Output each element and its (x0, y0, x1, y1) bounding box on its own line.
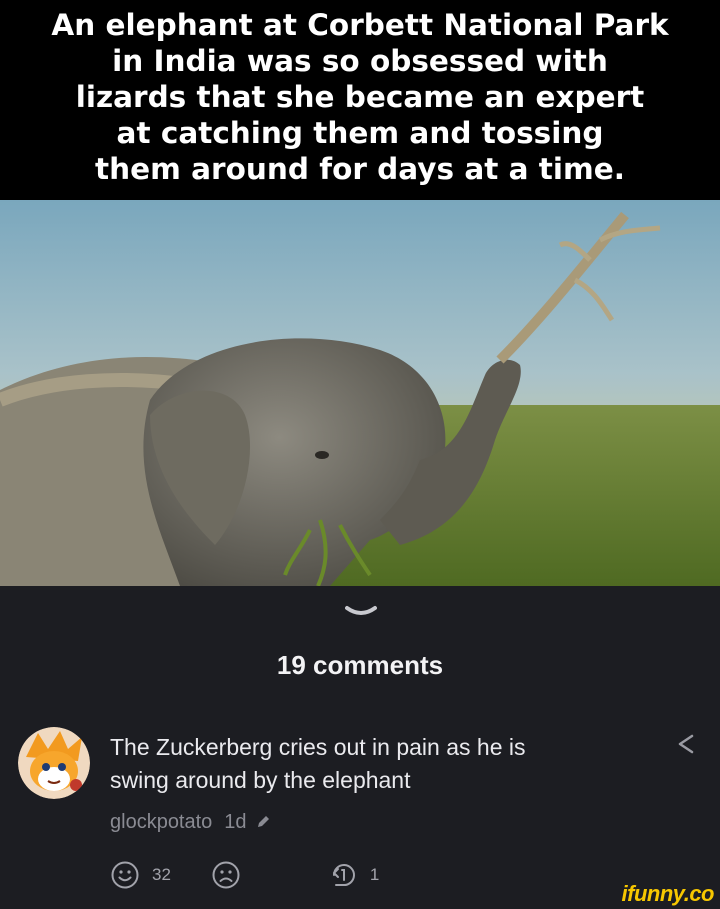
meme-caption-text: An elephant at Corbett National Park in … (51, 8, 669, 186)
smile-icon[interactable] (110, 860, 140, 890)
reply-count: 1 (369, 865, 380, 884)
ifunny-watermark: ifunny.co (621, 881, 715, 906)
avatar[interactable] (18, 727, 90, 799)
frown-icon[interactable] (211, 860, 241, 890)
share-icon[interactable] (676, 733, 696, 755)
comment-meta: glockpotato 1d (110, 808, 271, 836)
elephant-photo-illustration (0, 200, 720, 586)
chevron-down-icon[interactable] (345, 604, 377, 620)
pencil-icon (257, 816, 269, 827)
elephant-photo (0, 200, 720, 586)
meme-caption-banner: An elephant at Corbett National Park in … (0, 0, 720, 200)
smile-count: 32 (152, 865, 171, 884)
comment-text: The Zuckerberg cries out in pain as he i… (110, 734, 526, 793)
comment-actions: 32 1 (110, 858, 379, 892)
reply-icon[interactable] (328, 860, 358, 890)
comment-author[interactable]: glockpotato (110, 811, 212, 834)
comment-time: 1d (224, 810, 247, 833)
comments-count: 19 comments (276, 650, 444, 680)
